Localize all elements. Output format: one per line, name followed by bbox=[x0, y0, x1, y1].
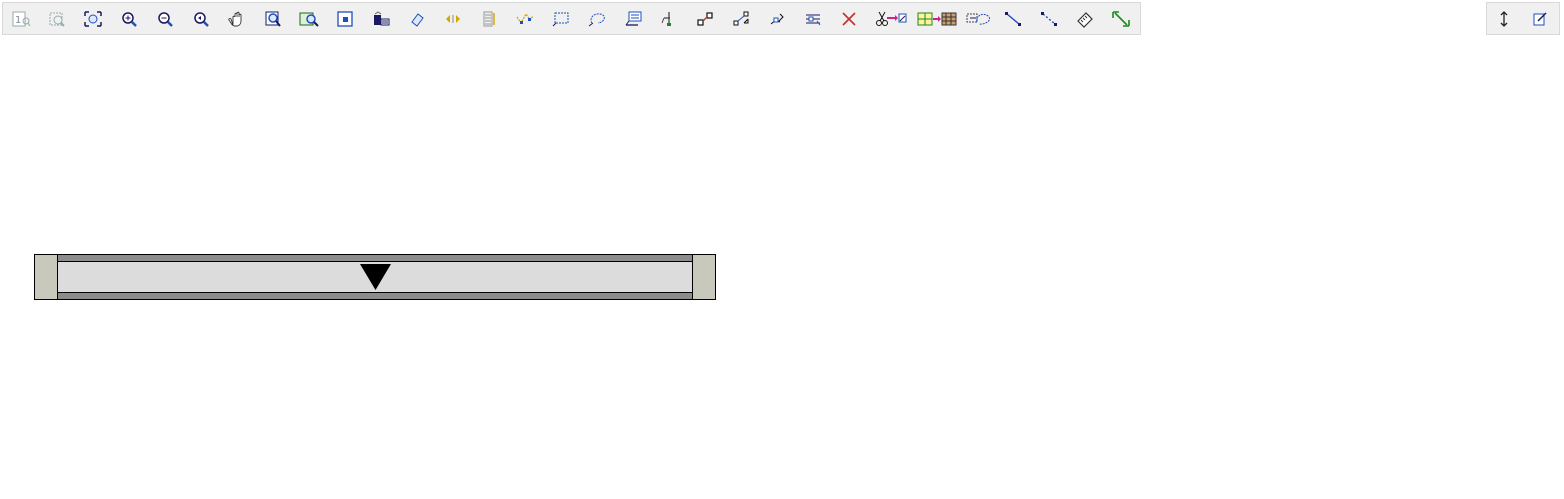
hook-point-icon[interactable] bbox=[658, 9, 680, 29]
zoom-extents-icon[interactable] bbox=[82, 9, 104, 29]
dimension-arrows-icon[interactable] bbox=[442, 9, 464, 29]
line-tool-icon[interactable] bbox=[1002, 9, 1024, 29]
layers-icon[interactable] bbox=[370, 9, 392, 29]
right-toolbar bbox=[1486, 2, 1560, 35]
beam-left-end bbox=[34, 254, 58, 300]
beam-right-end bbox=[692, 254, 716, 300]
edit-point-icon[interactable] bbox=[766, 9, 788, 29]
copy-frame-icon[interactable] bbox=[916, 9, 958, 29]
zoom-in-icon[interactable] bbox=[118, 9, 140, 29]
lasso-select-icon[interactable] bbox=[586, 9, 608, 29]
zoom-page-icon[interactable] bbox=[46, 9, 68, 29]
pan-hand-icon[interactable] bbox=[226, 9, 248, 29]
align-nodes-icon[interactable] bbox=[802, 9, 824, 29]
cut-move-icon[interactable] bbox=[874, 9, 908, 29]
zoom-selection-icon[interactable] bbox=[298, 9, 320, 29]
diagonal-dimension-icon[interactable] bbox=[1110, 9, 1132, 29]
delete-icon[interactable] bbox=[838, 9, 860, 29]
polyline-select-icon[interactable] bbox=[514, 9, 536, 29]
beam-bottom-flange bbox=[57, 292, 693, 300]
page-1-icon[interactable]: 1 bbox=[10, 9, 32, 29]
comment-icon[interactable] bbox=[622, 9, 644, 29]
transform-node-icon[interactable] bbox=[730, 9, 752, 29]
select-box-icon[interactable] bbox=[334, 9, 356, 29]
connect-nodes-icon[interactable] bbox=[694, 9, 716, 29]
beam-top-flange bbox=[57, 254, 693, 262]
measure-ruler-icon[interactable] bbox=[1074, 9, 1096, 29]
text-block-icon[interactable] bbox=[478, 9, 500, 29]
vertical-resize-icon[interactable] bbox=[1493, 9, 1515, 29]
zoom-previous-icon[interactable] bbox=[190, 9, 212, 29]
edit-note-icon[interactable] bbox=[1529, 9, 1551, 29]
select-region-icon[interactable] bbox=[964, 9, 992, 29]
dotted-line-icon[interactable] bbox=[1038, 9, 1060, 29]
main-toolbar: 1 bbox=[2, 2, 1141, 35]
zoom-window-icon[interactable] bbox=[262, 9, 284, 29]
beam-drawing[interactable] bbox=[34, 254, 716, 300]
eraser-icon[interactable] bbox=[406, 9, 428, 29]
zoom-out-icon[interactable] bbox=[154, 9, 176, 29]
rectangle-select-icon[interactable] bbox=[550, 9, 572, 29]
svg-text:1: 1 bbox=[15, 15, 21, 26]
